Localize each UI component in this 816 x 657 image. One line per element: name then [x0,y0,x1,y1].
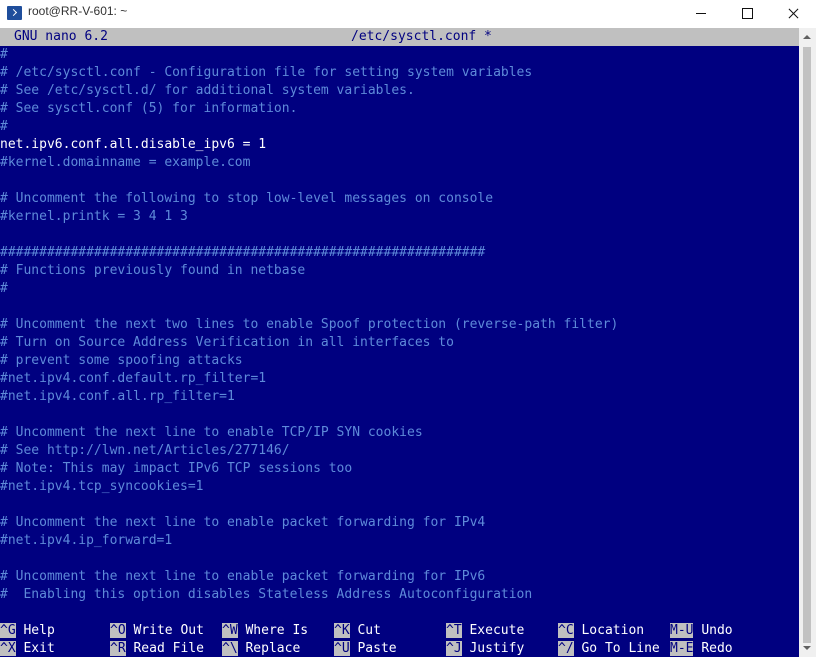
close-button[interactable] [770,0,816,28]
file-name: /etc/sysctl.conf * [351,29,492,44]
shortcut-item[interactable]: ^G Help [0,622,55,640]
shortcut-label: Execute [469,623,525,638]
shortcut-label: Go To Line [581,641,660,656]
editor-line[interactable]: # [0,118,799,136]
scroll-down-arrow-icon[interactable] [803,646,811,650]
shortcut-item[interactable]: ^\ Replace [222,640,300,657]
shortcut-label: Exit [23,641,55,656]
maximize-button[interactable] [724,0,770,28]
shortcut-item[interactable]: ^T Execute [446,622,524,640]
editor-line[interactable]: # Note: This may impact IPv6 TCP session… [0,460,799,478]
editor-line[interactable]: # See sysctl.conf (5) for information. [0,100,799,118]
powershell-icon [7,6,22,20]
editor-line[interactable]: # Uncomment the next line to enable pack… [0,568,799,586]
shortcut-label: Undo [701,623,733,638]
editor-line[interactable] [0,550,799,568]
editor-line[interactable]: # Uncomment the next line to enable pack… [0,514,799,532]
shortcut-key: ^R [110,641,126,656]
shortcut-item[interactable]: ^R Read File [110,640,204,657]
shortcut-key: ^K [334,623,350,638]
shortcut-key: M-E [670,641,694,656]
shortcut-item[interactable]: ^/ Go To Line [558,640,660,657]
vertical-scrollbar[interactable] [799,28,816,657]
shortcut-item[interactable]: M-U Undo [670,622,733,640]
shortcut-key: ^O [110,623,126,638]
shortcut-item[interactable]: M-E Redo [670,640,733,657]
editor-line[interactable]: # Turn on Source Address Verification in… [0,334,799,352]
editor-line[interactable] [0,496,799,514]
editor-line[interactable]: # Uncomment the following to stop low-le… [0,190,799,208]
editor-buffer[interactable]: # # /etc/sysctl.conf - Configuration file… [0,46,799,604]
shortcut-key: ^\ [222,641,238,656]
editor-line[interactable]: # Functions previously found in netbase [0,262,799,280]
shortcut-label: Where Is [245,623,309,638]
shortcut-item[interactable]: ^O Write Out [110,622,204,640]
editor-line[interactable]: # See /etc/sysctl.d/ for additional syst… [0,82,799,100]
scroll-up-arrow-icon[interactable] [803,35,811,39]
shortcut-item[interactable]: ^K Cut [334,622,381,640]
editor-line[interactable]: # Enabling this option disables Stateles… [0,586,799,604]
editor-line[interactable] [0,298,799,316]
shortcut-key: ^U [334,641,350,656]
editor-line[interactable]: # See http://lwn.net/Articles/277146/ [0,442,799,460]
shortcut-key: ^C [558,623,574,638]
title-bar[interactable]: root@RR-V-601: ~ [0,0,816,28]
editor-line[interactable] [0,406,799,424]
shortcut-label: Help [23,623,55,638]
shortcut-key: ^G [0,623,16,638]
shortcut-label: Redo [701,641,733,656]
editor-line[interactable]: # /etc/sysctl.conf - Configuration file … [0,64,799,82]
editor-line[interactable]: #net.ipv4.conf.all.rp_filter=1 [0,388,799,406]
editor-line[interactable] [0,226,799,244]
shortcut-label: Justify [469,641,525,656]
nano-title-bar: GNU nano 6.2 /etc/sysctl.conf * [0,28,799,46]
shortcut-label: Read File [133,641,204,656]
editor-line[interactable] [0,172,799,190]
editor-line[interactable]: #net.ipv4.ip_forward=1 [0,532,799,550]
shortcut-key: M-U [670,623,694,638]
shortcut-key: ^X [0,641,16,656]
shortcut-label: Write Out [133,623,204,638]
editor-line[interactable]: #kernel.printk = 3 4 1 3 [0,208,799,226]
shortcut-item[interactable]: ^U Paste [334,640,397,657]
shortcut-key: ^W [222,623,238,638]
editor-line[interactable]: # Uncomment the next two lines to enable… [0,316,799,334]
shortcut-bar: ^G Help ^X Exit ^O Write Out ^R Read File ^W… [0,622,799,657]
terminal-window: root@RR-V-601: ~ GNU nano 6.2 /etc/sysct… [0,0,816,657]
nano-version: GNU nano 6.2 [14,29,108,44]
editor-line[interactable]: # [0,46,799,64]
minimize-button[interactable] [678,0,724,28]
shortcut-label: Paste [357,641,397,656]
shortcut-key: ^/ [558,641,574,656]
editor-line[interactable]: # [0,280,799,298]
editor-line[interactable]: net.ipv6.conf.all.disable_ipv6 = 1 [0,136,799,154]
shortcut-item[interactable]: ^X Exit [0,640,55,657]
editor-line[interactable]: #kernel.domainname = example.com [0,154,799,172]
editor-line[interactable]: #net.ipv4.tcp_syncookies=1 [0,478,799,496]
shortcut-label: Cut [357,623,381,638]
editor-line[interactable]: # prevent some spoofing attacks [0,352,799,370]
editor-line[interactable]: ########################################… [0,244,799,262]
scroll-thumb[interactable] [803,47,811,643]
shortcut-item[interactable]: ^W Where Is [222,622,308,640]
shortcut-key: ^J [446,641,462,656]
editor-line[interactable]: # Uncomment the next line to enable TCP/… [0,424,799,442]
shortcut-key: ^T [446,623,462,638]
shortcut-item[interactable]: ^J Justify [446,640,524,657]
shortcut-label: Replace [245,641,301,656]
window-title: root@RR-V-601: ~ [28,4,128,18]
shortcut-label: Location [581,623,645,638]
editor-line[interactable]: #net.ipv4.conf.default.rp_filter=1 [0,370,799,388]
shortcut-item[interactable]: ^C Location [558,622,644,640]
terminal-area[interactable]: GNU nano 6.2 /etc/sysctl.conf * # # /etc/… [0,28,799,657]
